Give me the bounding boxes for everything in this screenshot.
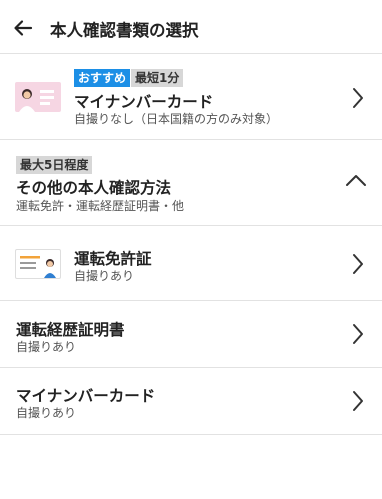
option-title: 運転経歴証明書 [16, 321, 125, 339]
option-title: マイナンバーカード [16, 387, 156, 405]
time-badge-max: 最大5日程度 [16, 156, 93, 174]
section-subtitle: 運転免許・運転経歴証明書・他 [16, 199, 185, 213]
chevron-up-icon [344, 172, 368, 188]
option-subtitle: 自撮りあり [74, 269, 135, 283]
option-title: 運転免許証 [74, 250, 152, 268]
my-number-card-icon [15, 82, 61, 112]
option-subtitle: 自撮りなし（日本国籍の方のみ対象） [74, 112, 279, 126]
recommended-badge: おすすめ [74, 69, 131, 87]
chevron-right-icon [350, 322, 366, 346]
option-subtitle: 自撮りあり [16, 406, 77, 420]
arrow-left-icon [14, 20, 33, 36]
chevron-right-icon [350, 389, 366, 413]
option-subtitle: 自撮りあり [16, 340, 77, 354]
drivers-license-icon [15, 249, 61, 279]
app-header: 本人確認書類の選択 [0, 0, 382, 54]
time-badge: 最短1分 [131, 69, 184, 87]
chevron-right-icon [350, 86, 366, 110]
section-title: その他の本人確認方法 [16, 179, 172, 197]
chevron-right-icon [350, 252, 366, 276]
option-title: マイナンバーカード [74, 93, 214, 111]
page-title: 本人確認書類の選択 [50, 21, 199, 40]
back-button[interactable] [10, 15, 36, 41]
